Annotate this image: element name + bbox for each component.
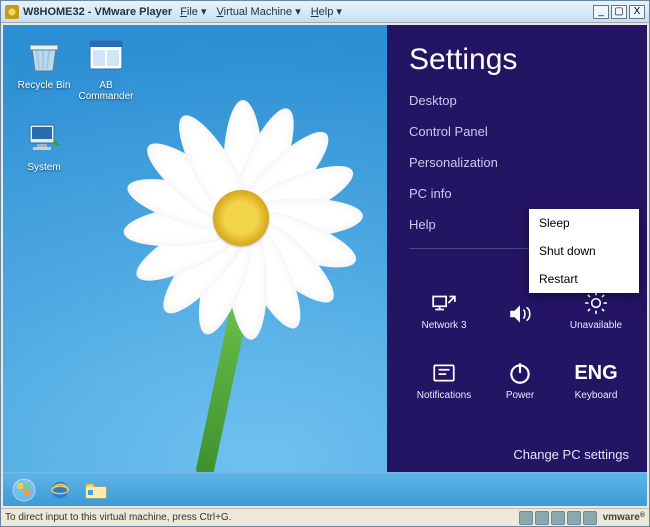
minimize-button[interactable]: _ (593, 5, 609, 19)
status-icon[interactable] (583, 511, 597, 525)
folder-icon (84, 479, 108, 501)
close-button[interactable]: X (629, 5, 645, 19)
power-menu-restart[interactable]: Restart (529, 265, 639, 293)
volume-icon (507, 301, 533, 327)
app-title: VMware Player (95, 6, 173, 18)
charm-title: Settings (409, 43, 647, 77)
settings-charm: Settings Desktop Control Panel Personali… (387, 25, 647, 472)
status-icon[interactable] (519, 511, 533, 525)
status-icon[interactable] (551, 511, 565, 525)
tile-label: Power (506, 390, 534, 401)
statusbar: To direct input to this virtual machine,… (1, 508, 649, 526)
ie-icon (49, 479, 71, 501)
tile-keyboard[interactable]: ENG Keyboard (561, 337, 631, 401)
tile-notifications[interactable]: Notifications (409, 337, 479, 401)
vm-name: W8HOME32 (23, 6, 85, 18)
menu-help[interactable]: Help ▾ (311, 5, 342, 18)
tile-network[interactable]: Network 3 (409, 267, 479, 331)
status-hint: To direct input to this virtual machine,… (5, 512, 231, 523)
icon-label: AB Commander (77, 80, 135, 102)
vmware-logo: vmware® (603, 512, 645, 523)
taskbar-ie[interactable] (45, 477, 75, 503)
tile-label: Notifications (417, 390, 471, 401)
desktop-icon-ab-commander[interactable]: AB Commander (77, 35, 135, 102)
taskbar (3, 472, 647, 506)
status-icon[interactable] (567, 511, 581, 525)
maximize-button[interactable]: ▢ (611, 5, 627, 19)
guest-screen[interactable]: Recycle Bin AB Commander System Settings (3, 25, 647, 506)
desktop-icon-recycle-bin[interactable]: Recycle Bin (15, 35, 73, 91)
keyboard-lang: ENG (574, 360, 617, 386)
start-icon (12, 478, 36, 502)
icon-label: Recycle Bin (15, 80, 73, 91)
power-menu-shutdown[interactable]: Shut down (529, 237, 639, 265)
icon-label: System (15, 162, 73, 173)
menubar: File ▾ Virtual Machine ▾ Help ▾ (180, 5, 342, 18)
power-icon (507, 360, 533, 386)
system-icon (24, 117, 64, 157)
tile-power[interactable]: Power (485, 337, 555, 401)
recycle-bin-icon (24, 35, 64, 75)
brightness-icon (583, 290, 609, 316)
status-icon[interactable] (535, 511, 549, 525)
menu-file[interactable]: File ▾ (180, 5, 206, 18)
charm-link-personalization[interactable]: Personalization (409, 155, 647, 170)
app-icon (5, 5, 19, 19)
tile-label: Unavailable (570, 320, 622, 331)
power-menu: Sleep Shut down Restart (529, 209, 639, 293)
tile-label: Network (421, 320, 458, 331)
charm-link-control-panel[interactable]: Control Panel (409, 124, 647, 139)
power-menu-sleep[interactable]: Sleep (529, 209, 639, 237)
network-icon (431, 290, 457, 316)
change-pc-settings[interactable]: Change PC settings (513, 447, 629, 462)
menu-virtual-machine[interactable]: Virtual Machine ▾ (217, 5, 301, 18)
charm-link-desktop[interactable]: Desktop (409, 93, 647, 108)
tile-label: Keyboard (575, 390, 618, 401)
ab-commander-icon (86, 35, 126, 75)
desktop-icon-system[interactable]: System (15, 117, 73, 173)
taskbar-explorer[interactable] (81, 477, 111, 503)
notifications-icon (431, 360, 457, 386)
charm-link-pc-info[interactable]: PC info (409, 186, 647, 201)
titlebar: W8HOME32 - VMware Player File ▾ Virtual … (1, 1, 649, 23)
start-button[interactable] (9, 477, 39, 503)
